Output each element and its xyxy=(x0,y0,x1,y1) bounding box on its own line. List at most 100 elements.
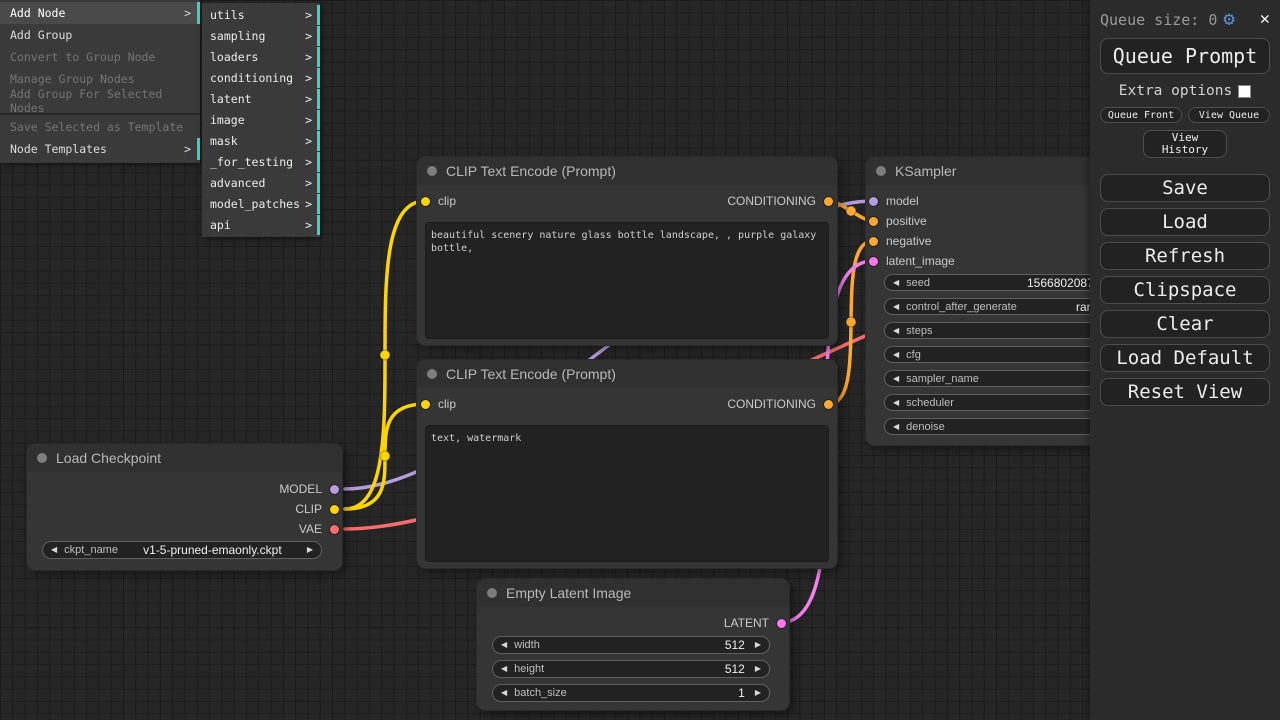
submenu-arrow-icon: > xyxy=(305,134,312,148)
node-title-bar[interactable]: CLIP Text Encode (Prompt) xyxy=(417,360,837,388)
load-default-button[interactable]: Load Default xyxy=(1100,344,1270,372)
queue-front-button[interactable]: Queue Front xyxy=(1100,107,1182,123)
decrement-arrow-icon[interactable]: ◀ xyxy=(501,689,507,697)
decrement-arrow-icon[interactable]: ◀ xyxy=(501,665,507,673)
reset-view-button[interactable]: Reset View xyxy=(1100,378,1270,406)
widget-height[interactable]: ◀ height 512 ▶ xyxy=(492,660,770,678)
node-empty-latent-image[interactable]: Empty Latent Image LATENT ◀ width 512 ▶ … xyxy=(477,579,789,710)
next-arrow-icon[interactable]: ▶ xyxy=(307,546,313,554)
decrement-arrow-icon[interactable]: ◀ xyxy=(893,375,899,383)
widget-value: 1 xyxy=(738,686,745,700)
output-port-conditioning[interactable] xyxy=(824,197,833,206)
submenu-item-mask[interactable]: mask > xyxy=(202,131,320,151)
submenu-item-conditioning[interactable]: conditioning > xyxy=(202,68,320,88)
widget-value: v1-5-pruned-emaonly.ckpt xyxy=(143,543,282,557)
link-midpoint-dot[interactable] xyxy=(380,451,390,461)
submenu-item-image[interactable]: image > xyxy=(202,110,320,130)
collapse-dot-icon[interactable] xyxy=(37,453,47,463)
input-port-latent-image[interactable] xyxy=(869,257,878,266)
prompt-textarea[interactable]: text, watermark xyxy=(425,425,829,562)
node-title-bar[interactable]: CLIP Text Encode (Prompt) xyxy=(417,157,837,185)
decrement-arrow-icon[interactable]: ◀ xyxy=(893,279,899,287)
submenu-arrow-icon: > xyxy=(305,218,312,232)
input-port-clip[interactable] xyxy=(421,400,430,409)
widget-ckpt-name[interactable]: ◀ ckpt_name v1-5-pruned-emaonly.ckpt ▶ xyxy=(42,541,322,559)
clear-button[interactable]: Clear xyxy=(1100,310,1270,338)
node-graph-canvas[interactable]: CLIP Text Encode (Prompt) clip CONDITION… xyxy=(0,0,1280,720)
widget-width[interactable]: ◀ width 512 ▶ xyxy=(492,636,770,654)
prev-arrow-icon[interactable]: ◀ xyxy=(51,546,57,554)
submenu-item-sampling[interactable]: sampling > xyxy=(202,26,320,46)
node-clip-text-encode-negative[interactable]: CLIP Text Encode (Prompt) clip CONDITION… xyxy=(417,360,837,568)
menu-item-convert-to-group-node: Convert to Group Node xyxy=(0,46,200,68)
queue-prompt-button[interactable]: Queue Prompt xyxy=(1100,38,1270,74)
menu-item-add-group[interactable]: Add Group xyxy=(0,24,200,46)
increment-arrow-icon[interactable]: ▶ xyxy=(755,665,761,673)
input-port-positive[interactable] xyxy=(869,217,878,226)
context-menu: Add Node > Add Group Convert to Group No… xyxy=(0,0,200,163)
decrement-arrow-icon[interactable]: ◀ xyxy=(893,399,899,407)
close-icon[interactable]: ✕ xyxy=(1260,11,1270,28)
node-title: CLIP Text Encode (Prompt) xyxy=(446,163,616,179)
refresh-button[interactable]: Refresh xyxy=(1100,242,1270,270)
submenu-arrow-icon: > xyxy=(305,197,312,211)
node-title-bar[interactable]: Empty Latent Image xyxy=(477,579,789,607)
clipspace-button[interactable]: Clipspace xyxy=(1100,276,1270,304)
submenu-arrow-icon: > xyxy=(184,6,191,20)
output-port-conditioning[interactable] xyxy=(824,400,833,409)
prompt-textarea[interactable]: beautiful scenery nature glass bottle la… xyxy=(425,222,829,339)
submenu-item-for-testing[interactable]: _for_testing > xyxy=(202,152,320,172)
output-port-label: VAE xyxy=(299,522,322,536)
output-port-model[interactable] xyxy=(330,485,339,494)
link-midpoint-dot[interactable] xyxy=(846,206,856,216)
submenu-item-latent[interactable]: latent > xyxy=(202,89,320,109)
link-midpoint-dot[interactable] xyxy=(380,350,390,360)
input-port-negative[interactable] xyxy=(869,237,878,246)
output-port-vae[interactable] xyxy=(330,525,339,534)
input-port-label: latent_image xyxy=(886,254,955,268)
output-port-label: LATENT xyxy=(724,616,769,630)
increment-arrow-icon[interactable]: ▶ xyxy=(755,641,761,649)
input-port-model[interactable] xyxy=(869,197,878,206)
view-history-button[interactable]: View History xyxy=(1143,130,1227,158)
extra-options-checkbox[interactable] xyxy=(1238,85,1251,98)
decrement-arrow-icon[interactable]: ◀ xyxy=(893,303,899,311)
output-port-label: MODEL xyxy=(279,482,322,496)
submenu-item-loaders[interactable]: loaders > xyxy=(202,47,320,67)
widget-value: 1566802087 xyxy=(1027,276,1094,290)
output-port-clip[interactable] xyxy=(330,505,339,514)
settings-gear-icon[interactable]: ⚙ xyxy=(1223,10,1234,29)
decrement-arrow-icon[interactable]: ◀ xyxy=(893,351,899,359)
widget-value: 512 xyxy=(725,638,745,652)
load-button[interactable]: Load xyxy=(1100,208,1270,236)
add-node-submenu: utils > sampling > loaders > conditionin… xyxy=(202,3,320,237)
menu-item-add-node[interactable]: Add Node > xyxy=(0,2,200,24)
node-load-checkpoint[interactable]: Load Checkpoint MODEL CLIP VAE ◀ ckpt_na… xyxy=(27,444,342,570)
collapse-dot-icon[interactable] xyxy=(427,369,437,379)
submenu-arrow-icon: > xyxy=(305,71,312,85)
submenu-item-api[interactable]: api > xyxy=(202,215,320,235)
submenu-item-utils[interactable]: utils > xyxy=(202,5,320,25)
menu-item-node-templates[interactable]: Node Templates > xyxy=(0,138,200,160)
submenu-arrow-icon: > xyxy=(305,50,312,64)
decrement-arrow-icon[interactable]: ◀ xyxy=(893,327,899,335)
output-port-label: CLIP xyxy=(295,502,322,516)
node-clip-text-encode-positive[interactable]: CLIP Text Encode (Prompt) clip CONDITION… xyxy=(417,157,837,345)
node-title-bar[interactable]: Load Checkpoint xyxy=(27,444,342,472)
collapse-dot-icon[interactable] xyxy=(487,588,497,598)
widget-batch-size[interactable]: ◀ batch_size 1 ▶ xyxy=(492,684,770,702)
submenu-item-model-patches[interactable]: model_patches > xyxy=(202,194,320,214)
collapse-dot-icon[interactable] xyxy=(876,166,886,176)
decrement-arrow-icon[interactable]: ◀ xyxy=(501,641,507,649)
decrement-arrow-icon[interactable]: ◀ xyxy=(893,423,899,431)
increment-arrow-icon[interactable]: ▶ xyxy=(755,689,761,697)
save-button[interactable]: Save xyxy=(1100,174,1270,202)
input-port-clip[interactable] xyxy=(421,197,430,206)
submenu-item-advanced[interactable]: advanced > xyxy=(202,173,320,193)
collapse-dot-icon[interactable] xyxy=(427,166,437,176)
view-queue-button[interactable]: View Queue xyxy=(1188,107,1270,123)
output-port-label: CONDITIONING xyxy=(727,194,816,208)
output-port-latent[interactable] xyxy=(777,619,786,628)
link-midpoint-dot[interactable] xyxy=(846,317,856,327)
output-port-label: CONDITIONING xyxy=(727,397,816,411)
